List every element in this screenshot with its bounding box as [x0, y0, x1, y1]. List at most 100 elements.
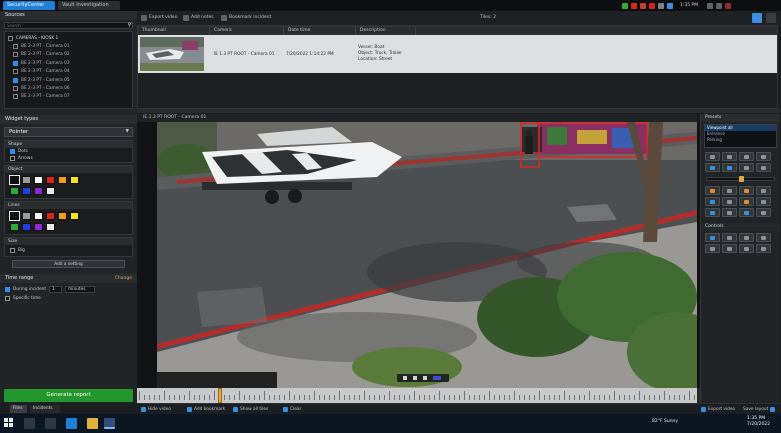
color-swatch[interactable]	[46, 187, 55, 195]
color-swatch[interactable]	[34, 212, 43, 220]
ptz-button[interactable]	[739, 233, 754, 242]
color-swatch[interactable]	[46, 223, 55, 231]
unit-select[interactable]: minutes	[65, 286, 96, 293]
tree-root[interactable]: CAMERAS - KIOSK 1	[8, 34, 129, 42]
alert-icon[interactable]	[631, 2, 637, 9]
export-video-button[interactable]: Export video	[141, 14, 177, 22]
tab-incidents[interactable]: Incidents	[30, 405, 60, 413]
maximize-icon[interactable]	[716, 2, 723, 9]
bookmark-incident-button[interactable]: Bookmark incident	[221, 14, 271, 22]
tree-item[interactable]: BE 2-3 PT - Camera 04	[8, 68, 129, 76]
hide-video-button[interactable]: Hide video	[141, 406, 171, 413]
ptz-button[interactable]	[739, 163, 754, 172]
timeline-cursor[interactable]	[218, 388, 222, 403]
tree-checkbox[interactable]	[13, 94, 18, 100]
color-swatch[interactable]	[70, 176, 79, 184]
ptz-button[interactable]	[705, 244, 720, 253]
windows-start-icon[interactable]	[4, 418, 14, 428]
user-icon[interactable]	[640, 2, 646, 9]
ptz-button[interactable]	[739, 197, 754, 206]
ptz-button[interactable]	[739, 208, 754, 217]
color-swatch[interactable]	[34, 187, 43, 195]
ptz-button[interactable]	[705, 233, 720, 242]
ptz-button[interactable]	[705, 186, 720, 195]
tree-checkbox[interactable]	[13, 60, 18, 66]
time-row-specific[interactable]: Specific time	[0, 296, 137, 304]
color-swatch[interactable]	[22, 187, 31, 195]
file-explorer-icon[interactable]	[87, 418, 98, 429]
search-input[interactable]: Search ⚲	[4, 22, 133, 29]
shape-option-dots[interactable]: Dots	[5, 148, 132, 155]
color-swatch[interactable]	[34, 176, 43, 184]
generate-report-button[interactable]: Generate report	[4, 389, 133, 402]
radio-button[interactable]	[5, 296, 10, 301]
ptz-button[interactable]	[705, 163, 720, 172]
ptz-button[interactable]	[739, 244, 754, 253]
slider-knob[interactable]	[739, 176, 745, 182]
ptz-speed-slider[interactable]	[706, 176, 775, 182]
radio-button[interactable]	[10, 149, 15, 154]
radio-button[interactable]	[10, 248, 15, 253]
volume-icon[interactable]	[658, 2, 664, 9]
column-header[interactable]: Thumbnail	[138, 27, 210, 35]
ptz-button[interactable]	[722, 152, 737, 161]
shape-option-arrows[interactable]: Arrows	[5, 155, 132, 162]
ptz-button[interactable]	[722, 197, 737, 206]
export-video-bottom-button[interactable]: Export video	[701, 406, 735, 413]
alarm-thumbnail[interactable]	[140, 37, 204, 71]
search-icon[interactable]	[24, 418, 35, 429]
tree-item[interactable]: BE 2-3 PT - Camera 02	[8, 51, 129, 59]
ptz-button[interactable]	[705, 208, 720, 217]
color-swatch[interactable]	[34, 223, 43, 231]
ptz-button[interactable]	[756, 244, 771, 253]
column-header[interactable]: Camera	[210, 27, 284, 35]
tree-checkbox[interactable]	[13, 77, 18, 83]
radio-button[interactable]	[5, 287, 10, 292]
ptz-button[interactable]	[722, 186, 737, 195]
ptz-button[interactable]	[756, 208, 771, 217]
tree-checkbox[interactable]	[8, 35, 13, 41]
time-row-incident[interactable]: During incident 1 minutes	[0, 283, 137, 296]
search-icon[interactable]: ⚲	[128, 23, 131, 28]
tree-checkbox[interactable]	[13, 44, 18, 50]
timeline-scrubber[interactable]	[137, 388, 697, 403]
edge-browser-icon[interactable]	[66, 418, 77, 429]
splitter[interactable]	[137, 109, 780, 113]
color-swatch[interactable]	[10, 187, 19, 195]
tree-checkbox[interactable]	[13, 52, 18, 58]
ptz-button[interactable]	[756, 233, 771, 242]
column-header[interactable]: Date time	[284, 27, 356, 35]
ptz-button[interactable]	[756, 186, 771, 195]
ptz-button[interactable]	[756, 163, 771, 172]
bell-icon[interactable]	[649, 2, 655, 9]
color-swatch[interactable]	[46, 176, 55, 184]
tree-item[interactable]: BE 2-3 PT - Camera 06	[8, 84, 129, 92]
color-swatch[interactable]	[22, 212, 31, 220]
color-swatch[interactable]	[9, 175, 20, 185]
color-swatch[interactable]	[46, 212, 55, 220]
ptz-button[interactable]	[739, 186, 754, 195]
tab-vault-investigation[interactable]: Vault Investigation	[58, 1, 120, 10]
weather-text[interactable]: 82°F Sunny	[652, 419, 678, 424]
clear-button[interactable]: Clear	[283, 406, 301, 413]
ptz-button[interactable]	[705, 197, 720, 206]
preset-item[interactable]: Parking	[705, 137, 776, 143]
time-range-change-link[interactable]: Change	[115, 274, 132, 283]
tab-security-center[interactable]: SecurityCenter	[3, 1, 55, 10]
column-header[interactable]: Description	[356, 27, 416, 35]
grid-view-icon[interactable]	[752, 13, 762, 23]
color-swatch[interactable]	[58, 212, 67, 220]
video-tile[interactable]	[157, 122, 697, 388]
ptz-button[interactable]	[722, 208, 737, 217]
tree-checkbox[interactable]	[13, 69, 18, 75]
size-option-big[interactable]: Big	[5, 245, 132, 256]
close-icon[interactable]	[725, 2, 732, 9]
tree-item[interactable]: BE 2-3 PT - Camera 07	[8, 93, 129, 101]
minimize-icon[interactable]	[707, 2, 714, 9]
widget-type-select[interactable]: Pointer ▼	[4, 127, 133, 137]
security-app-icon[interactable]	[104, 418, 115, 429]
shield-icon[interactable]	[622, 2, 628, 9]
radio-button[interactable]	[10, 156, 15, 161]
task-view-icon[interactable]	[45, 418, 56, 429]
color-swatch[interactable]	[22, 176, 31, 184]
